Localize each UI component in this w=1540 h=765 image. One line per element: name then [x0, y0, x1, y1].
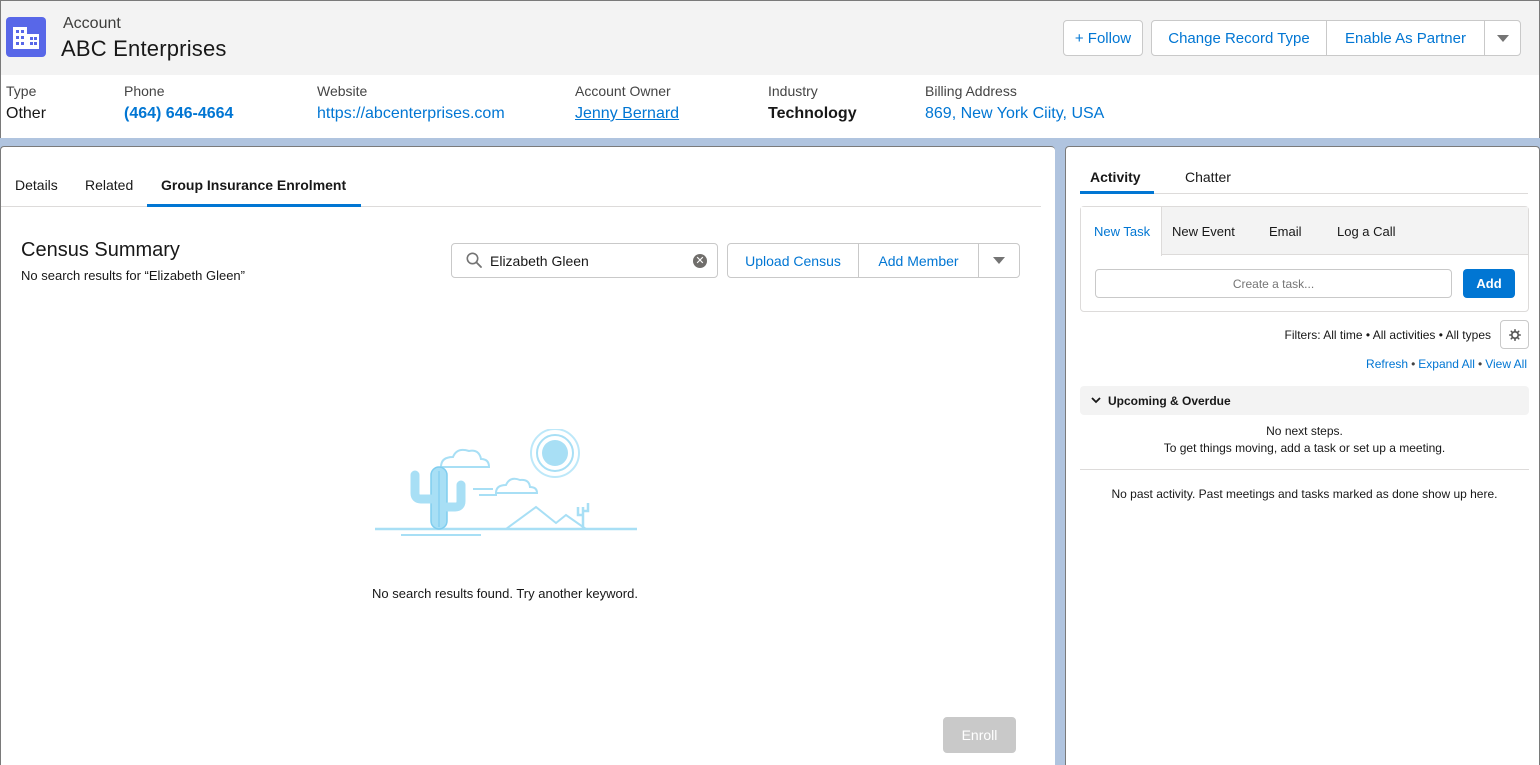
follow-button[interactable]: + Follow [1063, 20, 1143, 56]
census-title: Census Summary [21, 239, 180, 261]
field-label: Account Owner [575, 83, 671, 99]
field-label: Website [317, 83, 368, 99]
activity-links: Refresh • Expand All • View All [1366, 357, 1527, 371]
main-panel: Details Related Group Insurance Enrolmen… [0, 146, 1055, 765]
upcoming-overdue-title: Upcoming & Overdue [1108, 394, 1231, 408]
field-website: Website https://abcenterprises.com [317, 83, 505, 123]
add-member-button[interactable]: Add Member [858, 243, 979, 278]
tab-log-a-call[interactable]: Log a Call [1337, 224, 1396, 239]
tab-related[interactable]: Related [85, 177, 133, 193]
no-past-activity: No past activity. Past meetings and task… [1111, 487, 1498, 501]
field-type: Type Other [6, 83, 46, 123]
enroll-button[interactable]: Enroll [943, 717, 1016, 753]
field-industry: Industry Technology [768, 83, 857, 123]
website-link[interactable]: https://abcenterprises.com [317, 105, 505, 123]
record-tabs: Details Related Group Insurance Enrolmen… [1, 147, 1041, 207]
upload-census-button[interactable]: Upload Census [727, 243, 859, 278]
composer-tabs: New Task New Event Email Log a Call [1081, 207, 1528, 256]
chevron-down-icon [1496, 34, 1509, 42]
change-record-type-button[interactable]: Change Record Type [1151, 20, 1327, 56]
desert-illustration [375, 429, 637, 536]
census-subtitle: No search results for “Elizabeth Gleen” [21, 268, 245, 283]
tab-new-event[interactable]: New Event [1172, 224, 1235, 239]
search-box: ✕ [451, 243, 718, 278]
chevron-down-icon [993, 257, 1005, 264]
tab-email[interactable]: Email [1269, 224, 1302, 239]
record-title: ABC Enterprises [61, 36, 227, 61]
field-account-owner: Account Owner Jenny Bernard [575, 83, 679, 123]
refresh-link[interactable]: Refresh [1366, 357, 1408, 371]
tab-activity[interactable]: Activity [1090, 169, 1141, 185]
search-icon [466, 252, 482, 268]
account-owner-link[interactable]: Jenny Bernard [575, 105, 679, 123]
field-value: Technology [768, 105, 857, 122]
no-next-steps: No next steps. [1266, 424, 1343, 438]
tab-new-task[interactable]: New Task [1094, 224, 1150, 239]
more-actions-button[interactable] [1484, 20, 1521, 56]
field-label: Phone [124, 83, 165, 99]
expand-all-link[interactable]: Expand All [1418, 357, 1475, 371]
field-label: Industry [768, 83, 818, 99]
search-input[interactable] [490, 245, 685, 276]
tab-group-insurance-enrolment[interactable]: Group Insurance Enrolment [161, 177, 346, 193]
enable-as-partner-button[interactable]: Enable As Partner [1326, 20, 1485, 56]
tab-details[interactable]: Details [15, 177, 58, 193]
activity-composer: New Task New Event Email Log a Call Add [1080, 206, 1529, 312]
add-task-button[interactable]: Add [1463, 269, 1515, 298]
field-label: Billing Address [925, 83, 1017, 99]
view-all-link[interactable]: View All [1485, 357, 1527, 371]
activity-filters: Filters: All time • All activities • All… [1284, 328, 1491, 342]
upcoming-overdue-section[interactable]: Upcoming & Overdue [1080, 386, 1529, 415]
object-label: Account [63, 15, 121, 32]
account-icon [6, 17, 46, 57]
census-more-button[interactable] [978, 243, 1020, 278]
field-label: Type [6, 83, 37, 99]
clear-icon[interactable]: ✕ [693, 254, 707, 268]
header-top: Account ABC Enterprises + Follow Change … [1, 1, 1539, 75]
empty-state-message: No search results found. Try another key… [372, 586, 638, 601]
gear-icon [1508, 328, 1521, 341]
field-value: Other [6, 105, 47, 122]
active-tab-indicator [147, 204, 361, 207]
record-header: Account ABC Enterprises + Follow Change … [0, 0, 1540, 138]
active-tab-indicator [1080, 191, 1154, 194]
next-steps-hint: To get things moving, add a task or set … [1163, 441, 1446, 455]
phone-link[interactable]: (464) 646-4664 [124, 105, 233, 123]
filter-settings-button[interactable] [1500, 320, 1529, 349]
create-task-input[interactable] [1095, 269, 1452, 298]
divider [1080, 469, 1529, 470]
tab-chatter[interactable]: Chatter [1185, 169, 1231, 185]
chevron-down-icon [1091, 397, 1101, 404]
field-phone: Phone (464) 646-4664 [124, 83, 233, 123]
billing-address-link[interactable]: 869, New York Ciity, USA [925, 105, 1104, 123]
activity-panel: Activity Chatter New Task New Event Emai… [1065, 146, 1540, 765]
field-billing-address: Billing Address 869, New York Ciity, USA [925, 83, 1104, 123]
